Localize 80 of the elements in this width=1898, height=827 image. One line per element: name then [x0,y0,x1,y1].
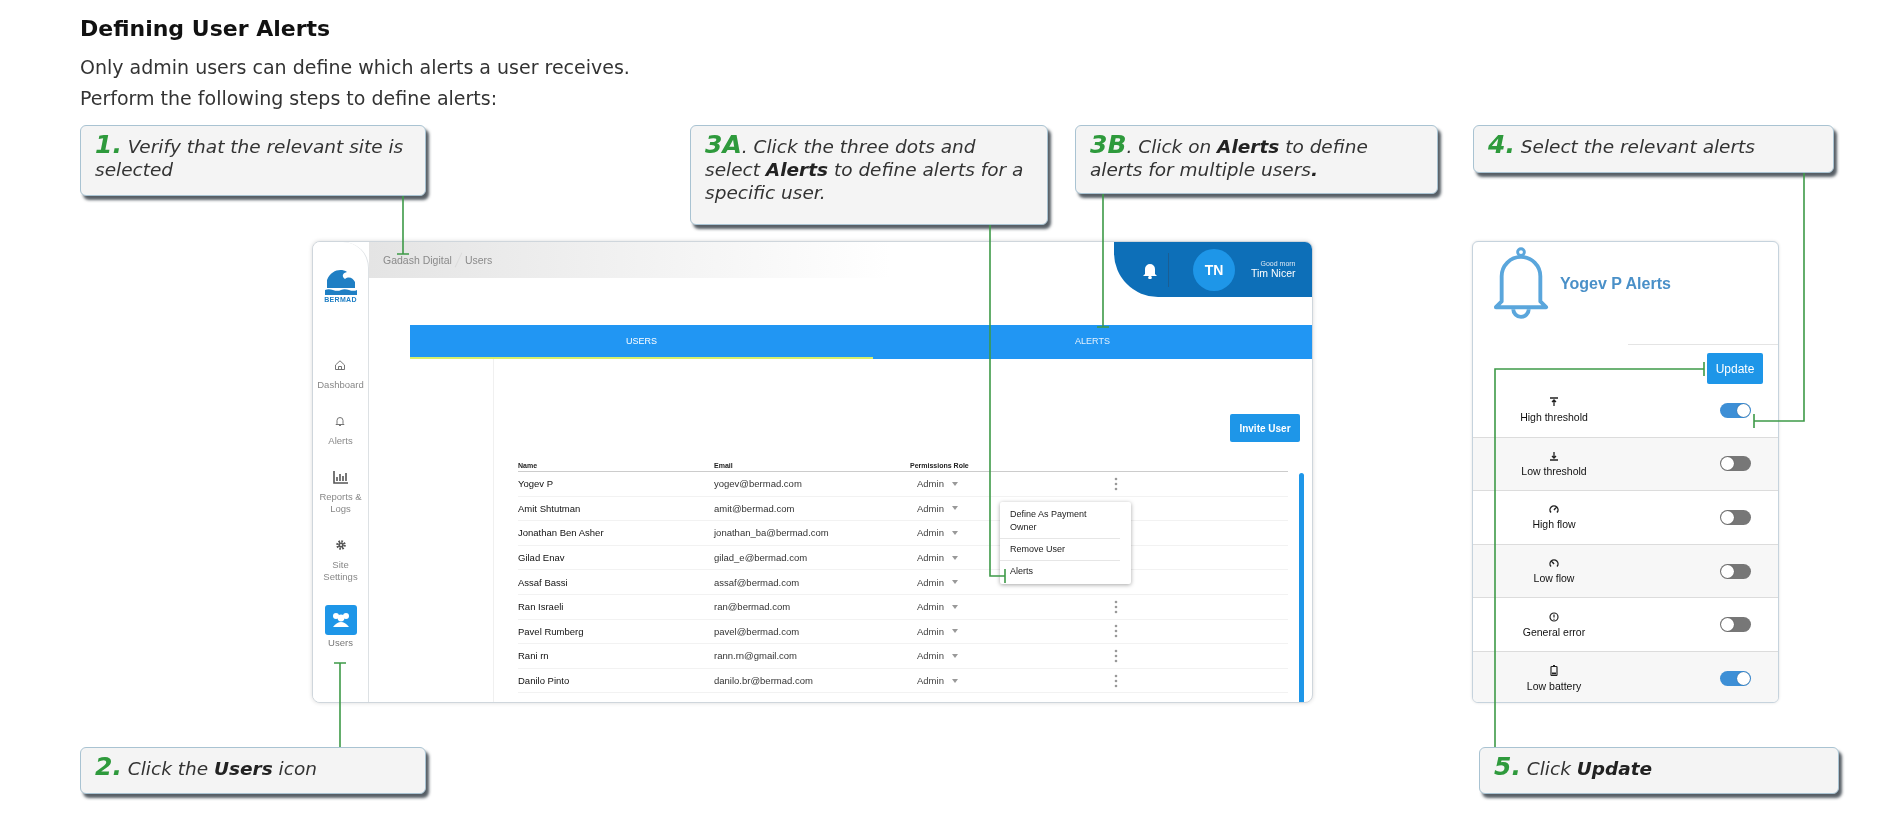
caret-icon [951,653,958,658]
alert-label: Low battery [1526,679,1582,692]
callout-text: 3A. Click the three dots and select Alerts to define alerts for a specific user. [705,133,1025,204]
toggle-switch[interactable] [1720,456,1751,472]
user-name: Tim Nicer [1251,267,1296,279]
leader-line [396,195,410,255]
caret-icon [951,678,958,683]
table-cell-text: Pavel Rumberg [518,625,585,637]
battery-icon [1550,664,1558,676]
table-cell-text: danilo.br@bermad.com [714,675,814,687]
sidebar-item[interactable]: Site Settings [315,537,366,583]
role-dropdown[interactable]: Admin [910,650,1010,662]
callout-text: 3B. Click on Alerts to define alerts for multiple users. [1090,133,1369,181]
more-options-icon[interactable] [1114,599,1118,614]
bell-icon [1492,247,1550,321]
role-dropdown[interactable]: Admin [910,478,1010,490]
sidebar-item[interactable]: Users [324,605,357,649]
toggle-switch[interactable] [1720,670,1751,686]
caret-icon [951,506,958,511]
caret-icon [951,629,958,634]
table-cell-text: Jonathan Ben Asher [518,527,605,539]
home-icon [334,359,347,371]
callout-text: 4. Select the relevant alerts [1488,133,1756,158]
more-options-icon[interactable] [1114,476,1118,491]
gauge-icon [1549,558,1559,569]
intro-text: Only admin users can define which alerts a user receives. [80,55,631,80]
alert-label: High flow [1532,518,1576,531]
table-cell-text: yogev@bermad.com [714,478,803,490]
toggle-switch[interactable] [1720,617,1751,633]
caret-icon [951,604,958,609]
alert-label: General error [1522,625,1586,638]
alert-label: High threshold [1520,411,1588,424]
more-options-icon[interactable] [1114,648,1118,663]
users-icon [324,605,357,635]
more-options-icon[interactable] [1114,673,1118,688]
table-cell-text: Amit Shtutman [518,502,582,514]
caret-icon [951,580,958,585]
role-dropdown[interactable]: Admin [910,625,1010,637]
table-cell-text: jonathan_ba@bermad.com [714,527,830,539]
callout-text: 1. Verify that the relevant site is selected [95,133,405,181]
table-cell-text: Ran Israeli [518,601,565,613]
bell-icon [334,415,347,427]
gauge-icon [1549,504,1559,515]
table-cell-text: pavel@bermad.com [714,625,801,637]
alert-label: Low flow [1533,572,1575,585]
menu-item[interactable]: Define As Payment Owner [1000,504,1120,539]
high-threshold-icon [1549,397,1559,408]
sidebar-item[interactable]: Reports & Logs [315,469,366,515]
table-cell-text: amit@bermad.com [714,502,796,514]
low-threshold-icon [1549,450,1559,461]
caret-icon [951,531,958,535]
table-cell-text: Yogev P [518,478,555,490]
role-dropdown[interactable]: Admin [910,675,1010,687]
caret-icon [951,555,958,560]
callout-text: 5. Click Update [1494,755,1654,780]
menu-item[interactable]: Remove User [1000,539,1120,561]
more-options-icon[interactable] [1114,624,1118,639]
toggle-switch[interactable] [1720,510,1751,525]
table-cell-text: ran@bermad.com [714,601,792,613]
page-heading: Defining User Alerts [80,15,332,43]
table-cell-text: rann.rn@gmail.com [714,650,799,662]
table-cell-text: assaf@bermad.com [714,576,801,588]
table-cell-text: gilad_e@bermad.com [714,552,809,564]
gear-icon [334,539,347,551]
table-cell-text: Rani rn [518,650,550,662]
toggle-switch[interactable] [1720,563,1751,579]
sidebar-item[interactable]: Dashboard [317,357,364,391]
bar-chart-icon [332,470,349,484]
table-cell-text: Assaf Bassi [518,576,569,588]
table-cell-text: Gilad Enav [518,552,566,564]
table-cell-text: Danilo Pinto [518,675,571,687]
alert-label: Low threshold [1521,464,1587,477]
error-icon [1549,611,1559,622]
panel-title: Yogev P Alerts [1560,275,1671,293]
caret-icon [951,481,958,486]
callout-text: 2. Click the Users icon [95,755,318,780]
intro-text: Perform the following steps to define alerts: [80,86,499,111]
toggle-switch[interactable] [1720,402,1751,418]
sidebar-item[interactable]: Alerts [328,413,353,447]
role-dropdown[interactable]: Admin [910,601,1010,613]
